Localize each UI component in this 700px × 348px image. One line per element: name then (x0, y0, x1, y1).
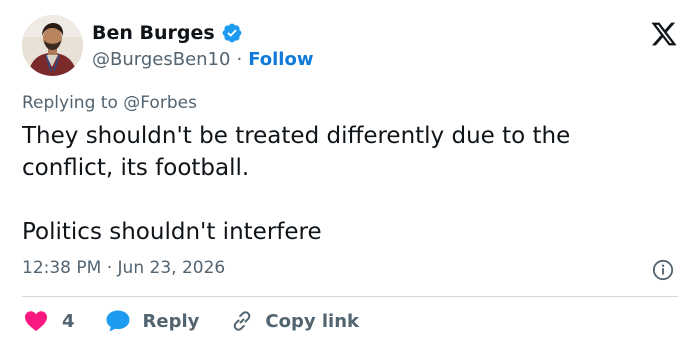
timestamp-separator: · (106, 258, 113, 278)
like-button[interactable]: 4 (24, 310, 105, 332)
replying-to: Replying to @Forbes (22, 93, 197, 113)
tweet-time: 12:38 PM (22, 258, 102, 278)
avatar[interactable] (22, 15, 83, 76)
author-handle[interactable]: @BurgesBen10 (92, 49, 230, 70)
author-name[interactable]: Ben Burges (92, 22, 215, 44)
avatar-image (22, 15, 83, 76)
follow-button[interactable]: Follow (248, 49, 313, 70)
tweet-card: Ben Burges @BurgesBen10 · Follow Replyin… (0, 0, 700, 348)
handle-separator: · (236, 49, 243, 70)
tweet-timestamp[interactable]: 12:38 PM · Jun 23, 2026 (22, 258, 225, 278)
action-bar: 4 Reply Copy link (24, 308, 359, 334)
verified-badge-icon (222, 23, 242, 43)
tweet-text-line-1: They shouldn't be treated differently du… (22, 123, 571, 181)
link-icon (234, 311, 251, 331)
tweet-date: Jun 23, 2026 (117, 258, 226, 278)
reply-label: Reply (142, 310, 200, 332)
author-handle-row: @BurgesBen10 · Follow (92, 49, 313, 70)
reply-bubble-icon (106, 310, 130, 332)
reply-button[interactable]: Reply (105, 309, 230, 333)
copy-link-button[interactable]: Copy link (229, 309, 359, 333)
info-icon[interactable] (652, 259, 674, 281)
replying-to-prefix: Replying to (22, 93, 118, 113)
tweet-text-line-2: Politics shouldn't interfere (22, 219, 322, 245)
author-name-row: Ben Burges (92, 22, 243, 44)
copy-link-label: Copy link (265, 310, 359, 332)
tweet-text: They shouldn't be treated differently du… (22, 120, 662, 248)
like-count: 4 (62, 310, 75, 332)
heart-icon (25, 311, 47, 331)
replying-to-handle[interactable]: @Forbes (123, 93, 197, 113)
x-logo-icon[interactable] (650, 20, 678, 48)
divider (22, 296, 678, 297)
